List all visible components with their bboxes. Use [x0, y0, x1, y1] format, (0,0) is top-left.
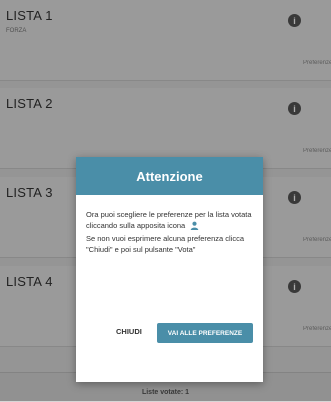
close-button[interactable]: CHIUDI: [116, 327, 142, 336]
dialog-message-line2: Se non vuoi esprimere alcuna preferenza …: [86, 234, 245, 254]
dialog-header: Attenzione: [76, 157, 263, 195]
dialog-actions: CHIUDI VAI ALLE PREFERENZE: [76, 323, 263, 345]
person-icon: [190, 221, 199, 233]
dialog-message-line1: Ora puoi scegliere le preferenze per la …: [86, 210, 252, 230]
attention-dialog: Attenzione Ora puoi scegliere le prefere…: [76, 157, 263, 382]
dialog-body: Ora puoi scegliere le preferenze per la …: [76, 195, 263, 255]
dialog-title: Attenzione: [136, 168, 203, 184]
voting-screen: LISTA 1 FORZA i Preferenze LISTA 2 i Pre…: [0, 0, 331, 402]
go-to-preferences-button[interactable]: VAI ALLE PREFERENZE: [157, 323, 253, 343]
